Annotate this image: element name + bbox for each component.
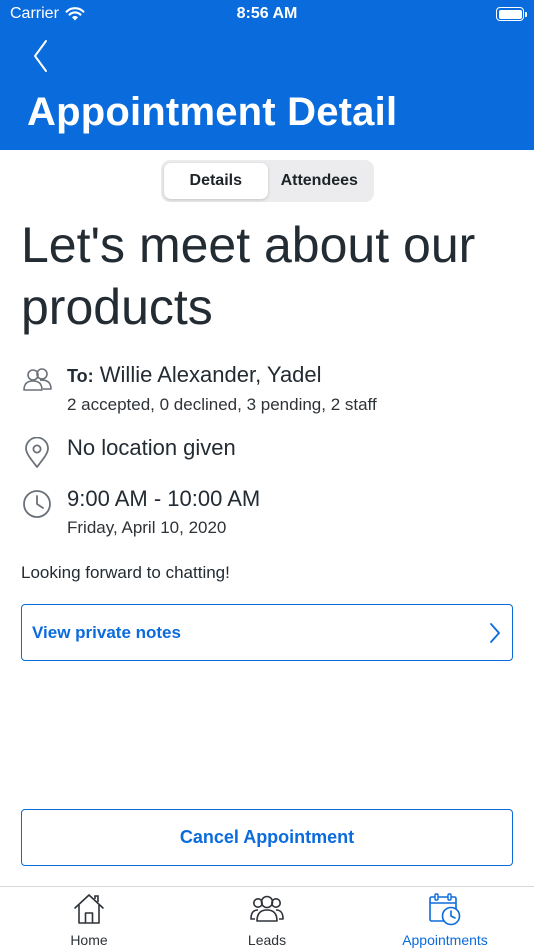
tab-details[interactable]: Details (164, 163, 268, 199)
tab-leads[interactable]: Leads (197, 891, 337, 950)
to-label: To: (67, 366, 94, 386)
map-pin-icon (25, 437, 49, 468)
leads-icon (250, 895, 284, 922)
view-private-notes-label: View private notes (32, 622, 181, 642)
appointment-description: Looking forward to chatting! (21, 563, 230, 582)
appointment-title: Let's meet about our products (21, 217, 476, 335)
clock: 8:56 AM (236, 5, 298, 22)
tab-bar: Home Leads Appointments (0, 886, 534, 950)
location-row: No location given (21, 435, 236, 469)
attendees-line: To: Willie Alexander, Yadel (67, 362, 377, 389)
tab-attendees[interactable]: Attendees (268, 163, 372, 199)
tab-home-label: Home (70, 932, 108, 948)
time-row: 9:00 AM - 10:00 AM Friday, April 10, 202… (21, 486, 260, 538)
chevron-right-icon (490, 622, 500, 643)
people-icon (23, 368, 52, 391)
clock-icon (23, 490, 51, 518)
tab-home[interactable]: Home (19, 891, 159, 950)
tab-appointments[interactable]: Appointments (375, 891, 515, 950)
attendee-names: Willie Alexander, Yadel (99, 362, 322, 387)
cancel-appointment-button[interactable]: Cancel Appointment (21, 809, 513, 866)
detail-segmented-control: Details Attendees (161, 160, 374, 202)
back-button[interactable] (28, 38, 58, 74)
home-icon (74, 894, 104, 924)
rsvp-summary: 2 accepted, 0 declined, 3 pending, 2 sta… (67, 395, 377, 414)
header: Carrier 8:56 AM Appointment Detail (0, 0, 534, 150)
appointment-date: Friday, April 10, 2020 (67, 518, 227, 537)
view-private-notes-button[interactable]: View private notes (21, 604, 513, 661)
calendar-clock-icon (429, 893, 461, 926)
tab-leads-label: Leads (247, 932, 287, 948)
tab-appointments-label: Appointments (402, 932, 488, 948)
battery-icon (496, 7, 527, 21)
status-bar: Carrier 8:56 AM (0, 0, 534, 30)
cancel-appointment-label: Cancel Appointment (179, 827, 355, 847)
attendees-row: To: Willie Alexander, Yadel 2 accepted, … (21, 362, 377, 415)
chevron-left-icon (34, 40, 47, 72)
location-text: No location given (67, 435, 236, 460)
time-range: 9:00 AM - 10:00 AM (67, 486, 261, 511)
page-title: Appointment Detail (27, 90, 398, 134)
